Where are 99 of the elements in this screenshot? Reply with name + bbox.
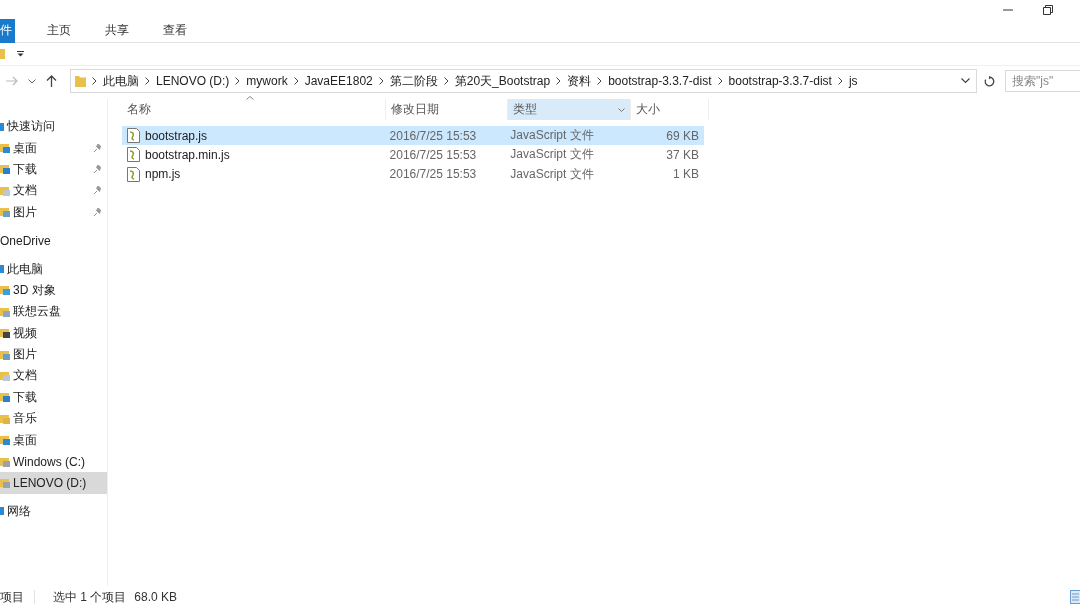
chevron-right-icon bbox=[145, 77, 150, 85]
breadcrumb[interactable]: bootstrap-3.3.7-dist bbox=[728, 74, 832, 88]
file-date: 2016/7/25 15:53 bbox=[389, 128, 477, 143]
file-type: JavaScript 文件 bbox=[510, 127, 594, 145]
column-header[interactable]: 名称 bbox=[122, 99, 386, 120]
file-date: 2016/7/25 15:53 bbox=[389, 167, 477, 182]
nav-item[interactable]: 图片 bbox=[0, 201, 107, 223]
nav-item[interactable]: 桌面 bbox=[0, 137, 107, 159]
ribbon-tab[interactable]: 共享 bbox=[93, 19, 141, 43]
nav-item[interactable]: 此电脑 bbox=[0, 258, 107, 280]
restore-button[interactable] bbox=[1043, 5, 1053, 15]
selection-count: 选中 1 个项目 bbox=[53, 588, 127, 606]
chevron-right-icon bbox=[837, 77, 843, 85]
file-row[interactable]: npm.js 2016/7/25 15:53 JavaScript 文件 1 KB bbox=[122, 164, 704, 184]
breadcrumb[interactable]: mywork bbox=[246, 74, 288, 88]
folder-icon bbox=[0, 392, 10, 403]
file-name: bootstrap.min.js bbox=[145, 147, 230, 162]
folder-icon bbox=[0, 207, 10, 218]
chevron-right-icon bbox=[556, 77, 562, 85]
file-name: bootstrap.js bbox=[145, 128, 208, 143]
folder-icon bbox=[0, 143, 10, 154]
pin-icon[interactable] bbox=[93, 143, 102, 153]
folder-icon bbox=[0, 185, 10, 196]
nav-item[interactable]: 视频 bbox=[0, 322, 107, 344]
script-file-icon bbox=[127, 128, 140, 144]
breadcrumb[interactable]: 第二阶段 bbox=[389, 72, 438, 90]
file-size: 37 KB bbox=[666, 147, 699, 162]
chevron-right-icon bbox=[717, 77, 723, 85]
script-file-icon bbox=[127, 147, 140, 163]
column-header[interactable]: 大小 bbox=[631, 99, 709, 120]
folder-icon bbox=[0, 328, 10, 339]
chevron-down-icon[interactable] bbox=[961, 78, 970, 84]
nav-item[interactable]: 快速访问 bbox=[0, 116, 107, 138]
pin-icon[interactable] bbox=[93, 164, 102, 174]
folder-icon[interactable] bbox=[0, 48, 5, 60]
nav-item[interactable]: 文档 bbox=[0, 180, 107, 202]
breadcrumb[interactable]: LENOVO (D:) bbox=[156, 74, 230, 88]
refresh-icon[interactable] bbox=[984, 75, 995, 87]
nav-item[interactable]: LENOVO (D:) bbox=[0, 472, 107, 494]
script-file-icon bbox=[127, 166, 140, 182]
selection-size: 68.0 KB bbox=[134, 590, 178, 604]
pin-icon[interactable] bbox=[93, 186, 102, 196]
nav-item[interactable]: 网络 bbox=[0, 500, 107, 523]
nav-item[interactable]: 文档 bbox=[0, 365, 107, 387]
pin-icon[interactable] bbox=[93, 207, 102, 217]
nav-item[interactable]: OneDrive bbox=[0, 229, 107, 252]
folder-icon bbox=[0, 435, 10, 446]
file-row[interactable]: bootstrap.min.js 2016/7/25 15:53 JavaScript 文件 37 KB bbox=[122, 145, 704, 165]
nav-icon bbox=[0, 507, 4, 516]
nav-icon bbox=[0, 122, 4, 131]
file-type: JavaScript 文件 bbox=[510, 165, 594, 183]
ribbon-tab[interactable]: 主页 bbox=[35, 19, 83, 43]
file-name: npm.js bbox=[145, 167, 181, 182]
ribbon-tab[interactable]: 查看 bbox=[151, 19, 199, 43]
file-date: 2016/7/25 15:53 bbox=[389, 147, 477, 162]
folder-icon bbox=[0, 285, 10, 296]
breadcrumb[interactable]: JavaEE1802 bbox=[304, 74, 373, 88]
file-size: 1 KB bbox=[673, 167, 699, 182]
nav-icon bbox=[0, 265, 4, 274]
nav-item[interactable]: 桌面 bbox=[0, 429, 107, 451]
breadcrumb[interactable]: 资料 bbox=[567, 72, 592, 90]
nav-item[interactable]: 联想云盘 bbox=[0, 301, 107, 323]
chevron-right-icon bbox=[443, 77, 449, 85]
nav-item[interactable]: 下载 bbox=[0, 158, 107, 181]
nav-item[interactable]: 图片 bbox=[0, 343, 107, 366]
folder-icon bbox=[0, 306, 10, 317]
folder-icon bbox=[0, 477, 10, 488]
file-type: JavaScript 文件 bbox=[510, 146, 594, 164]
ribbon-tab[interactable]: 件 bbox=[0, 19, 15, 43]
dropdown-icon[interactable] bbox=[17, 51, 24, 57]
forward-icon[interactable] bbox=[6, 76, 18, 86]
folder-icon bbox=[0, 164, 10, 175]
nav-item[interactable]: 音乐 bbox=[0, 408, 107, 430]
search-field[interactable]: 搜索"js" bbox=[1005, 70, 1080, 92]
chevron-right-icon bbox=[378, 77, 384, 85]
nav-item[interactable]: 3D 对象 bbox=[0, 279, 107, 302]
address-bar[interactable]: 此电脑 LENOVO (D:) mywork JavaEE1802 第二阶段 第20天_Bootstrap 资料 bootstrap-3.3.7-dist bootstrap-3.3.7-dist js bbox=[70, 69, 977, 93]
details-view-icon[interactable] bbox=[1070, 590, 1080, 604]
folder-icon bbox=[0, 456, 10, 467]
folder-icon bbox=[0, 371, 10, 381]
folder-icon bbox=[0, 349, 10, 360]
chevron-right-icon bbox=[293, 77, 299, 85]
nav-item[interactable]: 下载 bbox=[0, 386, 107, 409]
chevron-right-icon bbox=[235, 77, 241, 85]
column-header[interactable]: 类型 bbox=[508, 99, 631, 120]
chevron-right-icon bbox=[92, 77, 97, 85]
nav-item[interactable]: Windows (C:) bbox=[0, 450, 107, 473]
breadcrumb[interactable]: js bbox=[848, 74, 858, 88]
chevron-down-icon[interactable] bbox=[28, 78, 36, 84]
item-count: 项目 bbox=[0, 588, 24, 606]
chevron-right-icon bbox=[597, 77, 603, 85]
breadcrumb[interactable]: bootstrap-3.3.7-dist bbox=[608, 74, 712, 88]
breadcrumb[interactable]: 第20天_Bootstrap bbox=[454, 72, 551, 90]
breadcrumb[interactable]: 此电脑 bbox=[103, 72, 139, 90]
file-row[interactable]: bootstrap.js 2016/7/25 15:53 JavaScript 文件 69 KB bbox=[122, 126, 704, 146]
up-arrow-icon[interactable] bbox=[46, 75, 57, 87]
folder-icon bbox=[0, 413, 10, 424]
folder-icon bbox=[75, 75, 86, 87]
file-size: 69 KB bbox=[666, 128, 699, 143]
